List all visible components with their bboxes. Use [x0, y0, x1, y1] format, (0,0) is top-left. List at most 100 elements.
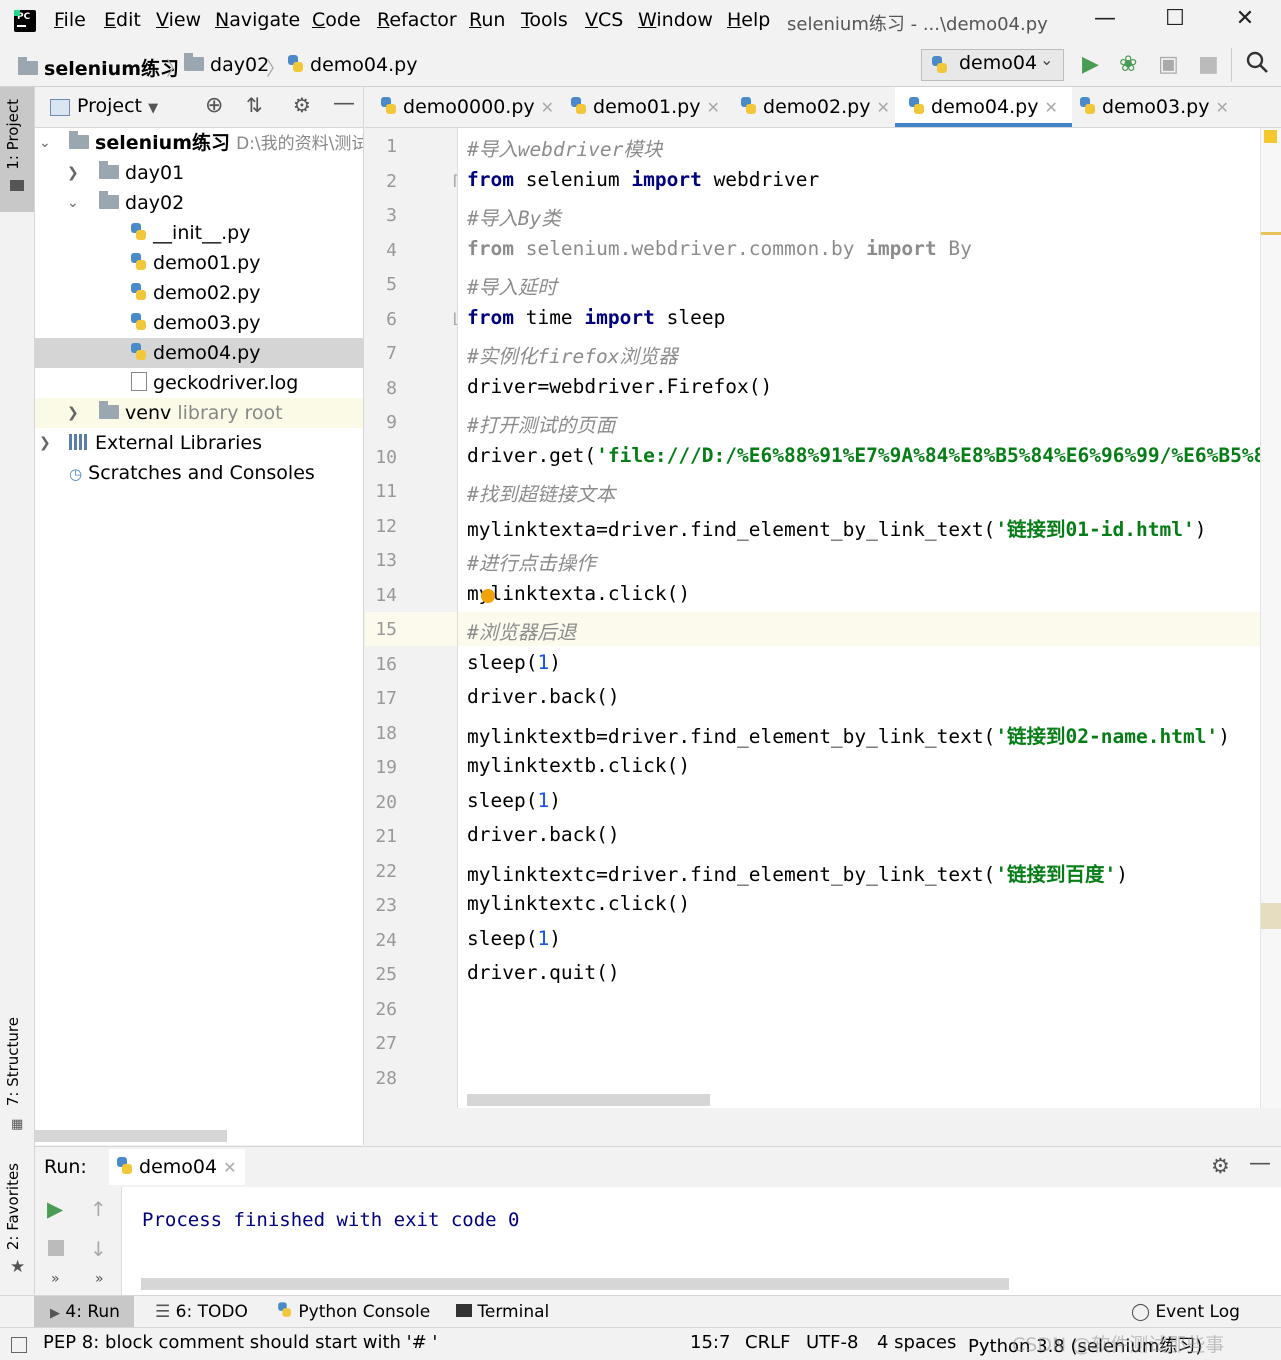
run-configuration-select[interactable]: demo04 ⌄: [921, 49, 1064, 81]
tree-item-file[interactable]: demo01.py: [35, 248, 363, 278]
horizontal-scrollbar[interactable]: [141, 1278, 1009, 1290]
tree-item-venv[interactable]: ❯ venv library root: [35, 398, 363, 428]
menu-run[interactable]: Run: [469, 9, 505, 31]
caret-position[interactable]: 15:7: [690, 1332, 730, 1353]
breadcrumb-project[interactable]: selenium练习: [18, 54, 179, 81]
menu-edit[interactable]: Edit: [104, 9, 141, 31]
menu-navigate[interactable]: Navigate: [215, 9, 300, 31]
run-tool-tab-label[interactable]: ▶ 4: Run: [50, 1302, 120, 1322]
more-icon[interactable]: »: [51, 1271, 60, 1287]
close-tab-icon[interactable]: ✕: [223, 1158, 236, 1177]
run-with-coverage-icon[interactable]: ▣: [1158, 52, 1179, 77]
collapse-all-icon[interactable]: ⇅: [246, 93, 263, 117]
gear-icon[interactable]: ⚙: [1211, 1154, 1230, 1178]
favorites-tool-tab[interactable]: 2: Favorites: [4, 1163, 22, 1250]
search-icon[interactable]: [1245, 50, 1269, 80]
indent-setting[interactable]: 4 spaces: [877, 1332, 956, 1353]
warning-marker[interactable]: [1261, 232, 1281, 235]
libraries-icon: [69, 433, 89, 450]
tree-item-day01[interactable]: ❯ day01: [35, 158, 363, 188]
tree-item-scratches[interactable]: ◷ Scratches and Consoles: [35, 458, 363, 488]
maximize-icon[interactable]: ☐: [1150, 6, 1200, 36]
error-stripe[interactable]: [1260, 128, 1281, 1108]
rerun-icon[interactable]: ▶: [47, 1197, 63, 1221]
tree-item-file-selected[interactable]: demo04.py: [35, 338, 363, 368]
panel-toggle-icon[interactable]: [11, 1337, 27, 1353]
close-tab-icon[interactable]: ✕: [1044, 98, 1057, 117]
terminal-tool-tab[interactable]: Terminal: [456, 1302, 549, 1322]
horizontal-scrollbar[interactable]: [35, 1130, 227, 1142]
line-number-gutter[interactable]: 1 2 3 4 5 6 7 8 9 10 11 12 13 14 15 16 1…: [365, 128, 458, 1108]
menu-vcs[interactable]: VCS: [585, 9, 623, 31]
python-file-icon: [909, 96, 925, 115]
project-view-select[interactable]: Project ▼: [77, 95, 158, 117]
menu-tools[interactable]: Tools: [521, 9, 568, 31]
menu-refactor[interactable]: Refactor: [377, 9, 457, 31]
locate-file-icon[interactable]: ⊕: [205, 93, 223, 118]
chevron-down-icon: ⌄: [39, 135, 51, 151]
tree-item-log-file[interactable]: geckodriver.log: [35, 368, 363, 398]
code-line: #找到超链接文本: [467, 483, 616, 506]
line-number: 9: [386, 412, 397, 433]
warning-indicator-icon[interactable]: [1264, 130, 1277, 143]
tab-demo03[interactable]: demo03.py ✕: [1080, 87, 1229, 127]
menu-code[interactable]: Code: [312, 9, 361, 31]
tab-demo01[interactable]: demo01.py ✕: [571, 87, 720, 127]
debug-icon[interactable]: ❀: [1119, 52, 1137, 77]
tree-item-file[interactable]: __init__.py: [35, 218, 363, 248]
close-tab-icon[interactable]: ✕: [1215, 98, 1228, 117]
menu-view[interactable]: View: [156, 9, 201, 31]
minimize-icon[interactable]: —: [1080, 6, 1130, 36]
stop-icon[interactable]: [48, 1240, 64, 1256]
horizontal-scrollbar[interactable]: [467, 1094, 710, 1106]
menu-help[interactable]: Help: [727, 9, 770, 31]
close-tab-icon[interactable]: ✕: [876, 98, 889, 117]
menu-file[interactable]: File: [54, 9, 86, 31]
tree-item-file[interactable]: demo03.py: [35, 308, 363, 338]
tree-item-day02[interactable]: ⌄ day02: [35, 188, 363, 218]
python-console-tool-tab[interactable]: Python Console: [277, 1302, 430, 1322]
event-log-tool-tab[interactable]: ◯ Event Log: [1131, 1302, 1240, 1322]
pycharm-logo-icon: PC: [14, 10, 36, 32]
close-tab-icon[interactable]: ✕: [541, 98, 554, 117]
tab-demo0000[interactable]: demo0000.py ✕: [381, 87, 554, 127]
line-number: 24: [375, 930, 397, 951]
stop-icon[interactable]: ■: [1198, 52, 1219, 77]
dropdown-arrow-icon: ▼: [148, 101, 159, 116]
tab-demo02[interactable]: demo02.py ✕: [741, 87, 890, 127]
breadcrumb-folder[interactable]: day02: [184, 52, 269, 76]
structure-tool-tab[interactable]: 7: Structure: [4, 1017, 22, 1106]
hide-panel-icon[interactable]: —: [333, 91, 355, 116]
tree-item-file[interactable]: demo02.py: [35, 278, 363, 308]
file-encoding[interactable]: UTF-8: [806, 1332, 858, 1353]
down-arrow-icon[interactable]: ↓: [90, 1237, 107, 1261]
up-arrow-icon[interactable]: ↑: [90, 1197, 107, 1221]
line-number: 19: [375, 757, 397, 778]
breadcrumb-file[interactable]: demo04.py: [288, 54, 417, 76]
intention-bulb-icon[interactable]: [481, 589, 495, 603]
status-message[interactable]: PEP 8: block comment should start with '…: [43, 1332, 437, 1353]
status-bar: PEP 8: block comment should start with '…: [0, 1327, 1281, 1360]
menu-window[interactable]: Window: [638, 9, 713, 31]
project-tool-tab-label[interactable]: 1: Project: [4, 99, 22, 170]
todo-tool-tab[interactable]: ☰ 6: TODO: [155, 1302, 248, 1322]
tab-demo04[interactable]: demo04.py ✕: [895, 87, 1072, 127]
line-separator[interactable]: CRLF: [745, 1332, 790, 1353]
code-editor[interactable]: #导入webdriver模块 from selenium import webd…: [458, 128, 1260, 1108]
run-icon[interactable]: ▶: [1082, 52, 1099, 77]
close-tab-icon[interactable]: ✕: [706, 98, 719, 117]
current-line-highlight: [458, 612, 1260, 646]
run-tab-demo04[interactable]: demo04 ✕: [109, 1149, 245, 1185]
tree-item-project-root[interactable]: ⌄ selenium练习 D:\我的资料\测试: [35, 128, 363, 158]
hide-panel-icon[interactable]: —: [1249, 1151, 1271, 1176]
scrollbar-thumb[interactable]: [1261, 903, 1281, 929]
close-window-icon[interactable]: ✕: [1220, 6, 1270, 36]
gear-icon[interactable]: ⚙: [293, 93, 311, 117]
code-line: sleep(1): [467, 789, 561, 812]
tree-item-external-libraries[interactable]: ❯ External Libraries: [35, 428, 363, 458]
code-line: mylinktextb=driver.find_element_by_link_…: [467, 725, 1230, 748]
line-number: 22: [375, 861, 397, 882]
run-toolbar: ▶ ↑ ↓ » »: [35, 1187, 122, 1295]
project-panel: Project ▼ ⊕ ⇅ ⚙ — ⌄ selenium练习 D:\我的资料\测…: [35, 87, 364, 1145]
more-icon[interactable]: »: [95, 1271, 104, 1287]
